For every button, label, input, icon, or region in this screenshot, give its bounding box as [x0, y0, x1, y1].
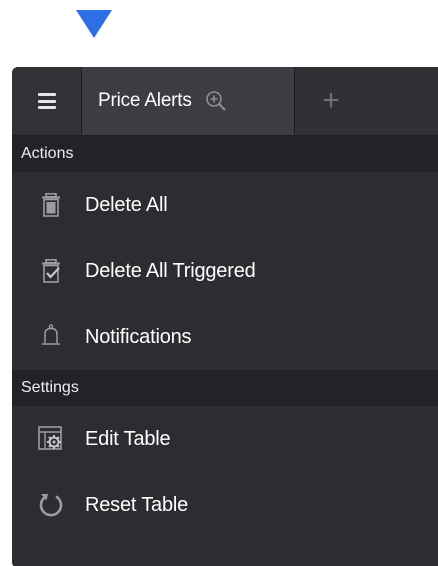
- section-header-actions: Actions: [12, 136, 438, 172]
- menu-item-delete-all[interactable]: Delete All: [12, 172, 438, 238]
- zoom-in-icon[interactable]: [204, 89, 228, 113]
- panel-header: Price Alerts +: [12, 67, 438, 136]
- menu-item-label: Edit Table: [85, 427, 171, 450]
- trash-check-icon: [38, 258, 64, 284]
- price-alerts-menu-panel: Price Alerts + Actions Delete All Delete…: [12, 67, 438, 566]
- menu-item-edit-table[interactable]: Edit Table: [12, 406, 438, 472]
- tab-price-alerts[interactable]: Price Alerts: [82, 67, 295, 135]
- menu-item-delete-all-triggered[interactable]: Delete All Triggered: [12, 238, 438, 304]
- plus-icon: +: [322, 84, 340, 117]
- menu-item-label: Notifications: [85, 325, 192, 348]
- trash-icon: [38, 192, 64, 218]
- menu-item-label: Delete All: [85, 193, 168, 216]
- menu-item-notifications[interactable]: Notifications: [12, 304, 438, 370]
- add-tab-button[interactable]: +: [295, 67, 367, 135]
- section-header-settings: Settings: [12, 370, 438, 406]
- tab-label: Price Alerts: [98, 90, 192, 111]
- reset-icon: [38, 492, 64, 518]
- menu-item-label: Reset Table: [85, 493, 189, 516]
- popup-pointer-arrow: [76, 10, 112, 38]
- section-title: Actions: [21, 145, 74, 162]
- hamburger-icon: [37, 93, 56, 109]
- menu-item-reset-table[interactable]: Reset Table: [12, 472, 438, 538]
- bell-icon: [38, 324, 64, 350]
- price-alerts-popup: Price Alerts + Actions Delete All Delete…: [0, 0, 438, 566]
- section-title: Settings: [21, 379, 79, 396]
- menu-item-label: Delete All Triggered: [85, 259, 256, 282]
- table-gear-icon: [38, 426, 64, 452]
- menu-button[interactable]: [12, 67, 82, 135]
